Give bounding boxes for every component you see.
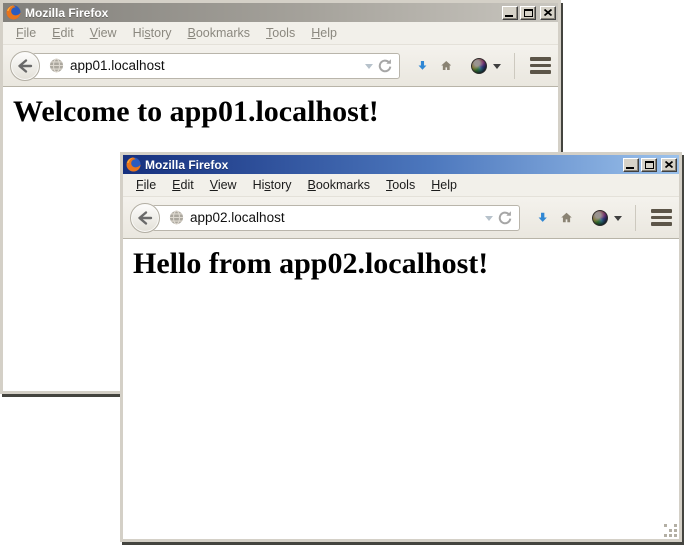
menubar: File Edit View History Bookmarks Tools H… [123,174,679,197]
page-heading: Hello from app02.localhost! [133,247,679,281]
site-globe-icon[interactable] [49,58,64,73]
colorzilla-button[interactable] [471,58,501,74]
url-text[interactable]: app02.localhost [184,210,485,225]
colorzilla-icon [592,210,608,226]
firefox-logo-icon [6,5,21,20]
maximize-button[interactable] [641,158,657,172]
colorzilla-dropdown-icon [614,216,622,225]
titlebar[interactable]: Mozilla Firefox [123,155,679,174]
menu-item[interactable]: Help [423,175,465,195]
menu-item[interactable]: Tools [258,23,303,43]
colorzilla-dropdown-icon [493,64,501,73]
reload-icon[interactable] [377,58,393,74]
download-arrow-icon[interactable] [538,208,547,227]
home-icon[interactable] [441,56,452,75]
download-arrow-icon[interactable] [418,56,427,75]
menu-button[interactable] [649,207,674,228]
urlbar-dropdown-icon[interactable] [365,64,373,73]
maximize-icon [645,161,654,169]
menu-item[interactable]: Bookmarks [300,175,379,195]
toolbar-separator [514,53,515,79]
home-icon[interactable] [561,208,572,227]
colorzilla-icon [471,58,487,74]
minimize-icon [505,15,513,17]
hamburger-menu-icon [651,209,672,213]
site-globe-icon[interactable] [169,210,184,225]
close-icon [544,9,552,16]
page-content: Hello from app02.localhost! [123,239,679,539]
menubar: File Edit View History Bookmarks Tools H… [3,22,558,45]
firefox-logo-icon [126,157,141,172]
menu-item[interactable]: Tools [378,175,423,195]
back-button[interactable] [130,203,160,233]
close-button[interactable] [661,158,677,172]
maximize-button[interactable] [520,6,536,20]
menu-item[interactable]: History [245,175,300,195]
minimize-icon [626,167,634,169]
menu-item[interactable]: Edit [44,23,82,43]
url-text[interactable]: app01.localhost [64,58,365,73]
toolbar-separator [635,205,636,231]
urlbar-dropdown-icon[interactable] [485,216,493,225]
close-button[interactable] [540,6,556,20]
reload-icon[interactable] [497,210,513,226]
url-bar[interactable]: app01.localhost [32,53,400,79]
menu-item[interactable]: Edit [164,175,202,195]
menu-item[interactable]: File [128,175,164,195]
minimize-button[interactable] [623,158,639,172]
menu-item[interactable]: View [202,175,245,195]
window-controls [623,158,677,172]
back-button[interactable] [10,51,40,81]
menu-item[interactable]: View [82,23,125,43]
page-heading: Welcome to app01.localhost! [13,95,558,129]
resize-grip[interactable] [664,524,677,537]
colorzilla-button[interactable] [592,210,622,226]
menu-item[interactable]: Help [303,23,345,43]
back-arrow-icon [15,56,35,76]
window-controls [502,6,556,20]
hamburger-menu-icon [530,57,551,61]
menu-item[interactable]: File [8,23,44,43]
desktop: Mozilla Firefox File Edit View History B… [0,0,688,551]
back-arrow-icon [135,208,155,228]
titlebar[interactable]: Mozilla Firefox [3,3,558,22]
navigation-toolbar: app01.localhost [3,45,558,87]
window-title: Mozilla Firefox [145,159,619,171]
window-title: Mozilla Firefox [25,7,498,19]
maximize-icon [524,9,533,17]
close-icon [665,161,673,168]
menu-button[interactable] [528,55,553,76]
minimize-button[interactable] [502,6,518,20]
menu-item[interactable]: History [125,23,180,43]
menu-item[interactable]: Bookmarks [180,23,259,43]
url-bar[interactable]: app02.localhost [152,205,520,231]
navigation-toolbar: app02.localhost [123,197,679,239]
firefox-window-app02: Mozilla Firefox File Edit View History B… [120,152,682,542]
